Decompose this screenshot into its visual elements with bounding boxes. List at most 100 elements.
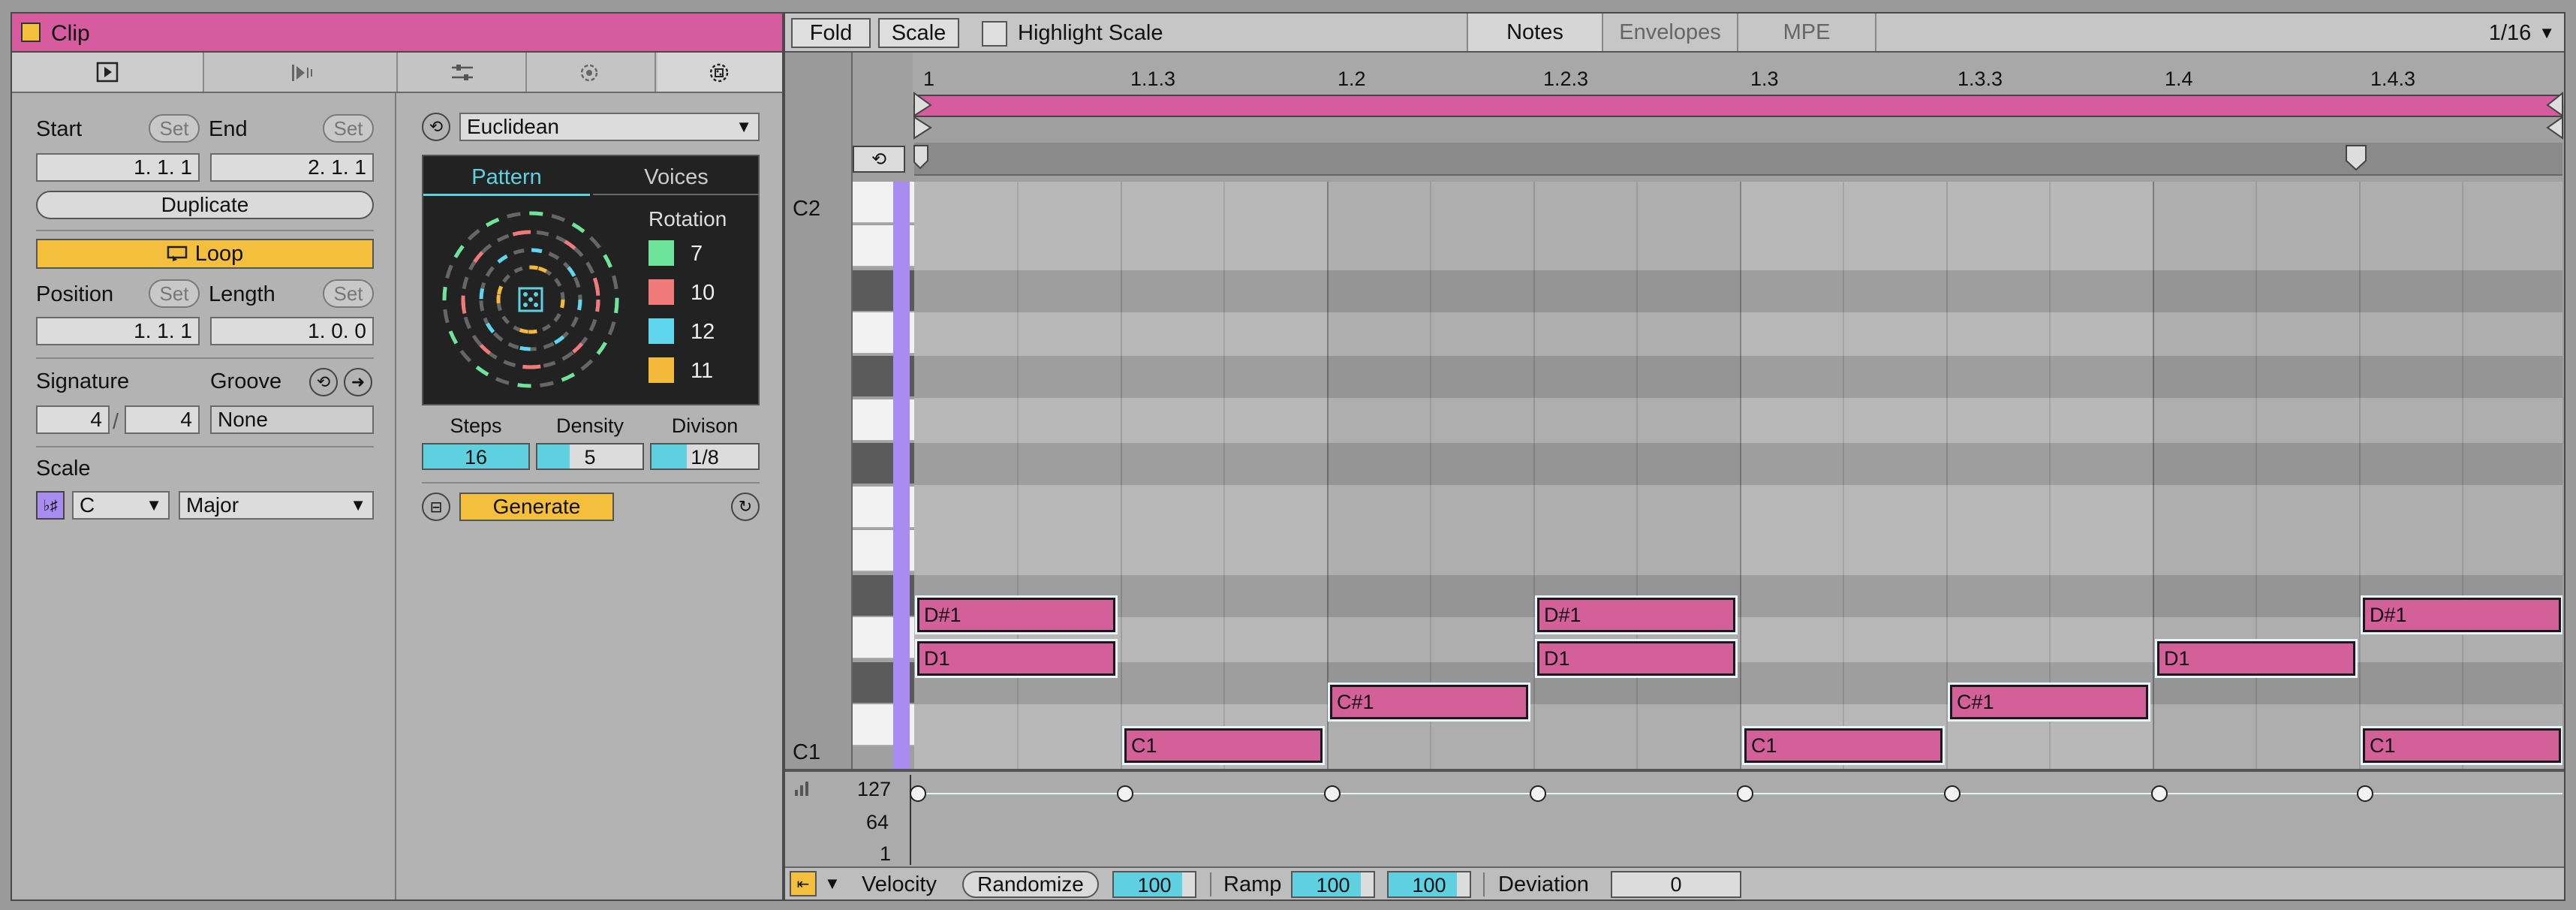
tab-audio-properties[interactable] [206, 53, 398, 92]
generate-button[interactable]: Generate [459, 493, 614, 521]
length-label: Length [209, 282, 275, 306]
velocity-handle[interactable] [910, 785, 926, 802]
note-c1[interactable]: C1 [2361, 726, 2562, 765]
generator-type-select[interactable]: Euclidean ▼ [459, 113, 760, 141]
ramp-start-field[interactable]: 100 [1291, 871, 1375, 898]
signature-numerator-field[interactable]: 4 [36, 405, 110, 434]
tab-envelopes[interactable]: Envelopes [1603, 14, 1738, 51]
velocity-value-field[interactable]: 100 [1112, 871, 1196, 898]
key-label-c1: C1 [793, 740, 821, 764]
scale-accidental-icon[interactable]: ♭♯ [36, 491, 65, 520]
tab-mpe[interactable]: MPE [1738, 14, 1876, 51]
velocity-handle[interactable] [1324, 785, 1341, 802]
generator-reset-icon[interactable]: ⟲ [422, 113, 450, 141]
note-ds1[interactable]: D#1 [1535, 595, 1738, 634]
note-ds1[interactable]: D#1 [915, 595, 1118, 634]
grid-line [2462, 182, 2463, 769]
start-set-button[interactable]: Set [149, 114, 200, 143]
groove-arrow-icon[interactable]: ➜ [344, 368, 372, 396]
velocity-handle[interactable] [1530, 785, 1546, 802]
note-c1[interactable]: C1 [1122, 726, 1325, 765]
tab-notes[interactable]: Notes [1467, 14, 1603, 51]
loop-end-marker[interactable] [2546, 92, 2564, 140]
fold-button[interactable]: Fold [791, 18, 871, 48]
note-grid[interactable]: D#1 D#1 D#1 D1 D1 D1 C#1 C#1 C1 C1 C1 [914, 182, 2562, 769]
signature-denominator-field[interactable]: 4 [125, 405, 200, 434]
rotation-value-4[interactable]: 11 [691, 360, 713, 382]
randomize-button[interactable]: Randomize [962, 871, 1099, 898]
chevron-down-icon[interactable]: ▼ [824, 875, 841, 892]
position-field[interactable]: 1. 1. 1 [36, 317, 200, 345]
highlight-scale-checkbox[interactable] [982, 21, 1007, 47]
note-cs1[interactable]: C#1 [1328, 682, 1530, 722]
tab-pattern[interactable]: Pattern [423, 167, 590, 188]
end-set-button[interactable]: Set [323, 114, 374, 143]
length-field[interactable]: 1. 0. 0 [210, 317, 374, 345]
grid-line [1946, 182, 1948, 769]
note-c1[interactable]: C1 [1742, 726, 1945, 765]
chevron-down-icon: ▼ [2538, 23, 2555, 42]
end-field[interactable]: 2. 1. 1 [210, 153, 374, 182]
grid-line [1327, 182, 1329, 769]
grid-line [2049, 182, 2051, 769]
key-label-c2: C2 [793, 197, 821, 221]
generator-icon [709, 63, 729, 83]
piano-roll-panel: Fold Scale Highlight Scale Notes Envelop… [784, 12, 2565, 901]
velocity-handle[interactable] [2151, 785, 2168, 802]
groove-field[interactable]: None [210, 405, 374, 434]
auto-generate-icon[interactable]: ⊟ [422, 493, 450, 521]
piano-keyboard[interactable] [853, 182, 914, 769]
velocity-handle[interactable] [1944, 785, 1961, 802]
ramp-end-field[interactable]: 100 [1387, 871, 1471, 898]
density-slider[interactable]: 5 [536, 443, 644, 470]
follow-button[interactable]: ⟲ [853, 146, 905, 173]
rotation-value-3[interactable]: 12 [691, 321, 715, 343]
start-marker[interactable] [913, 144, 929, 171]
clip-properties: Start Set End Set 1. 1. 1 2. 1. 1 Duplic… [12, 93, 396, 899]
note-cs1[interactable]: C#1 [1948, 682, 2150, 722]
tab-note-tools[interactable] [399, 53, 527, 92]
ruler-label: 1.2.3 [1543, 68, 1589, 90]
tab-generators[interactable] [658, 53, 782, 92]
end-label: End [209, 117, 248, 141]
tab-transform[interactable] [528, 53, 656, 92]
groove-hotswap-icon[interactable]: ⟲ [309, 368, 338, 396]
velocity-handle[interactable] [2357, 785, 2373, 802]
loop-button[interactable]: Loop [36, 239, 374, 269]
velocity-tool-button[interactable]: ⇤ [790, 871, 817, 896]
position-set-button[interactable]: Set [149, 279, 200, 308]
clip-activator-checkbox[interactable] [21, 23, 41, 42]
loop-label: Loop [194, 241, 244, 266]
regenerate-icon[interactable]: ↻ [731, 493, 760, 521]
scale-root-select[interactable]: C ▼ [72, 491, 170, 520]
scale-label: Scale [36, 457, 91, 481]
note-d1[interactable]: D1 [1535, 639, 1738, 678]
scale-mode-select[interactable]: Major ▼ [179, 491, 374, 520]
velocity-handle[interactable] [1117, 785, 1133, 802]
grid-select[interactable]: 1/16 ▼ [2474, 18, 2561, 48]
velocity-handle[interactable] [1737, 785, 1753, 802]
length-set-button[interactable]: Set [323, 279, 374, 308]
transform-icon [580, 64, 598, 82]
scale-button[interactable]: Scale [878, 18, 959, 48]
loop-brace[interactable] [914, 95, 2562, 117]
deviation-field[interactable]: 0 [1611, 871, 1741, 898]
duplicate-button[interactable]: Duplicate [36, 191, 374, 219]
velocity-lane[interactable]: 127 64 1 [785, 769, 2564, 866]
loop-start-marker[interactable] [913, 92, 934, 140]
steps-slider[interactable]: 16 [422, 443, 530, 470]
end-marker[interactable] [2345, 144, 2367, 171]
tab-voices[interactable]: Voices [593, 167, 760, 188]
ruler-label: 1.4 [2165, 68, 2193, 90]
division-value: 1/8 [691, 446, 719, 469]
rotation-value-2[interactable]: 10 [691, 282, 715, 304]
start-field[interactable]: 1. 1. 1 [36, 153, 200, 182]
clip-panel: Clip Start Set End Set 1. 1. 1 2. 1. 1 D… [11, 12, 784, 901]
note-ds1[interactable]: D#1 [2361, 595, 2562, 634]
division-slider[interactable]: 1/8 [650, 443, 760, 470]
note-d1[interactable]: D1 [915, 639, 1118, 678]
note-d1[interactable]: D1 [2155, 639, 2358, 678]
tab-clip-properties[interactable] [12, 53, 204, 92]
rotation-value-1[interactable]: 7 [691, 243, 703, 265]
tab-voices-underline [593, 194, 760, 195]
